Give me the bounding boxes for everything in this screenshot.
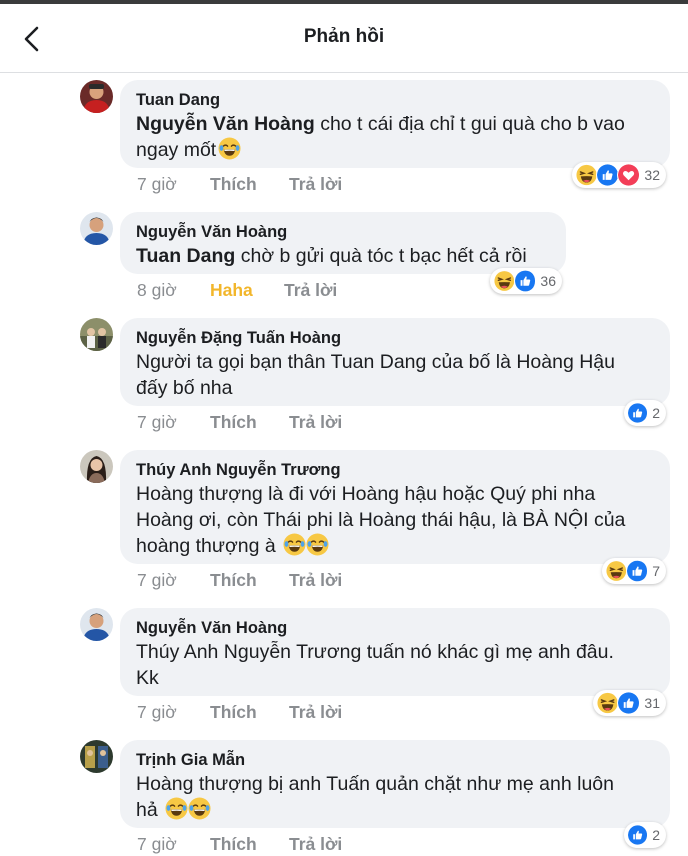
- reaction-summary[interactable]: 2: [624, 822, 666, 848]
- comment-text: hoàng thượng à: [136, 533, 654, 559]
- laughing-emoji-icon: [188, 797, 211, 820]
- reaction-count: 32: [644, 167, 660, 183]
- comment-text: Người ta gọi bạn thân Tuan Dang của bố l…: [136, 351, 615, 373]
- reply-button[interactable]: Trả lời: [289, 174, 342, 195]
- love-reaction-icon: [617, 163, 641, 187]
- reaction-summary[interactable]: 7: [602, 558, 666, 584]
- avatar[interactable]: [80, 212, 113, 245]
- like-button[interactable]: Thích: [210, 702, 257, 723]
- comment-text: đấy bố nha: [136, 377, 233, 399]
- comment-text: Kk: [136, 667, 159, 689]
- reaction-summary[interactable]: 31: [593, 690, 666, 716]
- haha-reaction-icon: [493, 269, 516, 293]
- comment-time: 7 giờ: [137, 702, 177, 722]
- comment-text: Hoàng thượng là đi với Hoàng hậu hoặc Qu…: [136, 483, 596, 505]
- comment-author[interactable]: Nguyễn Đặng Tuấn Hoàng: [136, 327, 654, 349]
- comment-time: 7 giờ: [137, 570, 177, 590]
- comment-bubble: Tuan Dang Nguyễn Văn Hoàng cho t cái địa…: [120, 80, 670, 168]
- laughing-emoji-icon: [306, 533, 329, 556]
- like-reaction-icon: [625, 559, 649, 583]
- comment-author[interactable]: Thúy Anh Nguyễn Trương: [136, 459, 654, 481]
- haha-reaction-icon: [596, 691, 620, 715]
- comment-text: Tuan Dang chờ b gửi quà tóc t bạc hết cả…: [136, 245, 527, 267]
- header: Phản hồi: [0, 4, 688, 73]
- comment-time: 7 giờ: [137, 834, 177, 854]
- comment-text: Thúy Anh Nguyễn Trương tuấn nó khác gì m…: [136, 641, 614, 663]
- like-reaction-icon: [513, 269, 537, 293]
- comment-text: Hoàng thượng bị anh Tuấn quản chặt như m…: [136, 773, 614, 795]
- avatar[interactable]: [80, 608, 113, 641]
- comment-bubble: Trịnh Gia Mẫn Hoàng thượng bị anh Tuấn q…: [120, 740, 670, 828]
- reply-button[interactable]: Trả lời: [289, 702, 342, 723]
- mention-link[interactable]: Tuan Dang: [136, 245, 235, 267]
- like-reaction-icon: [617, 691, 641, 715]
- comment-author[interactable]: Nguyễn Văn Hoàng: [136, 617, 654, 639]
- reaction-count: 36: [540, 273, 556, 289]
- comment-text: ngay mốt: [136, 137, 654, 163]
- laughing-emoji-icon: [165, 797, 188, 820]
- haha-button[interactable]: Haha: [210, 280, 253, 301]
- like-button[interactable]: Thích: [210, 570, 257, 591]
- like-button[interactable]: Thích: [210, 834, 257, 855]
- haha-reaction-icon: [605, 559, 628, 583]
- reaction-summary[interactable]: 32: [572, 162, 666, 188]
- comment-text: Nguyễn Văn Hoàng cho t cái địa chỉ t gui…: [136, 113, 625, 135]
- avatar[interactable]: [80, 318, 113, 351]
- comment-author[interactable]: Nguyễn Văn Hoàng: [136, 221, 550, 243]
- like-reaction-icon: [596, 163, 620, 187]
- reaction-count: 2: [652, 827, 660, 843]
- reply-button[interactable]: Trả lời: [289, 412, 342, 433]
- comment-author[interactable]: Trịnh Gia Mẫn: [136, 749, 654, 771]
- page-title: Phản hồi: [303, 26, 385, 47]
- comment-text: hả: [136, 797, 654, 823]
- avatar[interactable]: [80, 450, 113, 483]
- comment-time: 8 giờ: [137, 280, 177, 300]
- like-reaction-icon: [627, 823, 649, 847]
- comment-time: 7 giờ: [137, 174, 177, 194]
- comment-bubble: Nguyễn Văn Hoàng Thúy Anh Nguyễn Trương …: [120, 608, 670, 696]
- reaction-count: 7: [652, 563, 660, 579]
- comment-bubble: Thúy Anh Nguyễn Trương Hoàng thượng là đ…: [120, 450, 670, 564]
- reply-button[interactable]: Trả lời: [289, 834, 342, 855]
- comment-bubble: Nguyễn Đặng Tuấn Hoàng Người ta gọi bạn …: [120, 318, 670, 406]
- comment-bubble: Nguyễn Văn Hoàng Tuan Dang chờ b gửi quà…: [120, 212, 566, 274]
- avatar[interactable]: [80, 740, 113, 773]
- reply-button[interactable]: Trả lời: [289, 570, 342, 591]
- like-button[interactable]: Thích: [210, 412, 257, 433]
- comment-author[interactable]: Tuan Dang: [136, 89, 654, 111]
- reaction-summary[interactable]: 2: [624, 400, 666, 426]
- mention-link[interactable]: Nguyễn Văn Hoàng: [136, 113, 315, 135]
- like-button[interactable]: Thích: [210, 174, 257, 195]
- reaction-summary[interactable]: 36: [490, 268, 562, 294]
- comment-text: Hoàng ơi, còn Thái phi là Hoàng thái hậu…: [136, 509, 626, 531]
- reaction-count: 2: [652, 405, 660, 421]
- like-reaction-icon: [627, 401, 649, 425]
- avatar[interactable]: [80, 80, 113, 113]
- laughing-emoji-icon: [283, 533, 306, 556]
- reaction-count: 31: [644, 695, 660, 711]
- laughing-emoji-icon: [218, 137, 241, 160]
- haha-reaction-icon: [575, 163, 599, 187]
- comment-time: 7 giờ: [137, 412, 177, 432]
- reply-button[interactable]: Trả lời: [284, 280, 337, 301]
